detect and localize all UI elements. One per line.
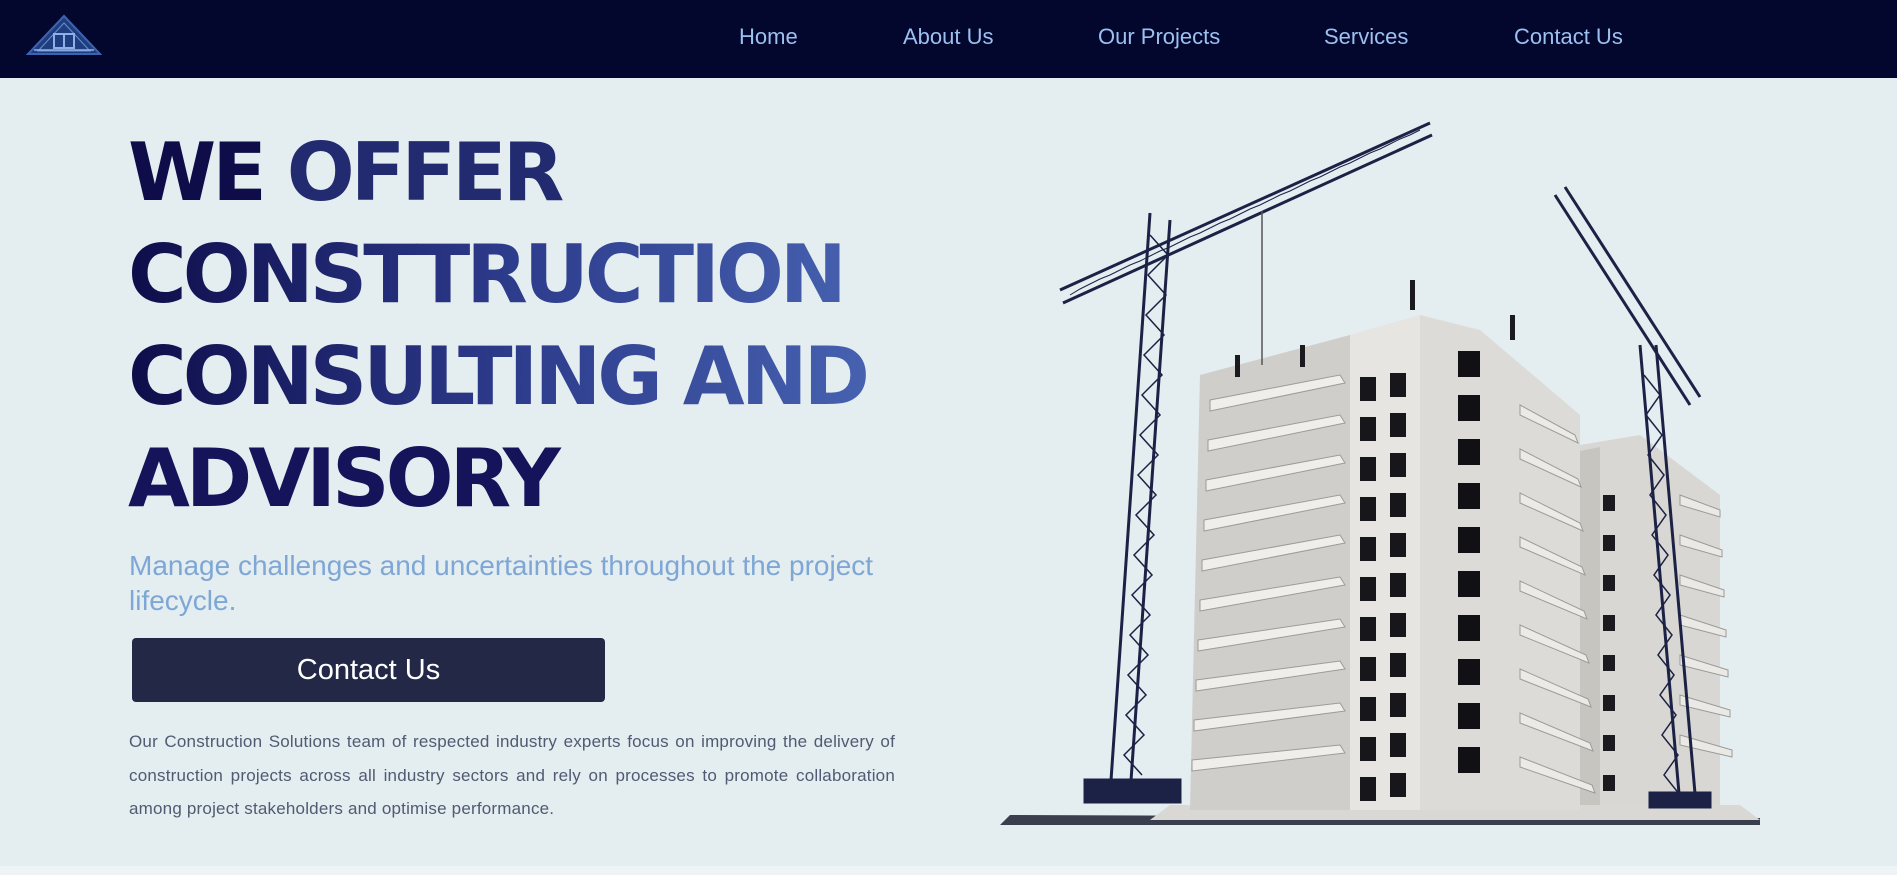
main-building [1190, 280, 1596, 810]
building-with-cranes-illustration [1000, 121, 1760, 825]
hero-subtitle: Manage challenges and uncertainties thro… [129, 550, 874, 616]
nav-home-link[interactable]: Home [739, 24, 798, 50]
contact-us-button[interactable]: Contact Us [132, 638, 605, 702]
nav-contact-us-link[interactable]: Contact Us [1514, 24, 1623, 50]
hero-title-line-1: WE OFFER [128, 122, 948, 224]
company-logo-icon[interactable] [24, 14, 104, 56]
hero-description: Our Construction Solutions team of respe… [129, 732, 895, 818]
hero-title-line-3: CONSULTING AND [128, 326, 948, 428]
hero-title-offer: OFFER [286, 126, 565, 219]
hero-title-line-4: ADVISORY [128, 432, 561, 525]
hero-title-line-2: CONSTTRUCTION [128, 224, 948, 326]
bottom-divider [0, 866, 1897, 875]
hero-title: WE OFFER CONSTTRUCTION CONSULTING AND AD… [128, 122, 948, 530]
back-building [1560, 435, 1733, 805]
top-navigation-bar: Home About Us Our Projects Services Cont… [0, 0, 1897, 78]
nav-services-link[interactable]: Services [1324, 24, 1408, 50]
nav-our-projects-link[interactable]: Our Projects [1098, 24, 1220, 50]
hero-title-we: WE [128, 126, 287, 219]
nav-about-us-link[interactable]: About Us [903, 24, 994, 50]
